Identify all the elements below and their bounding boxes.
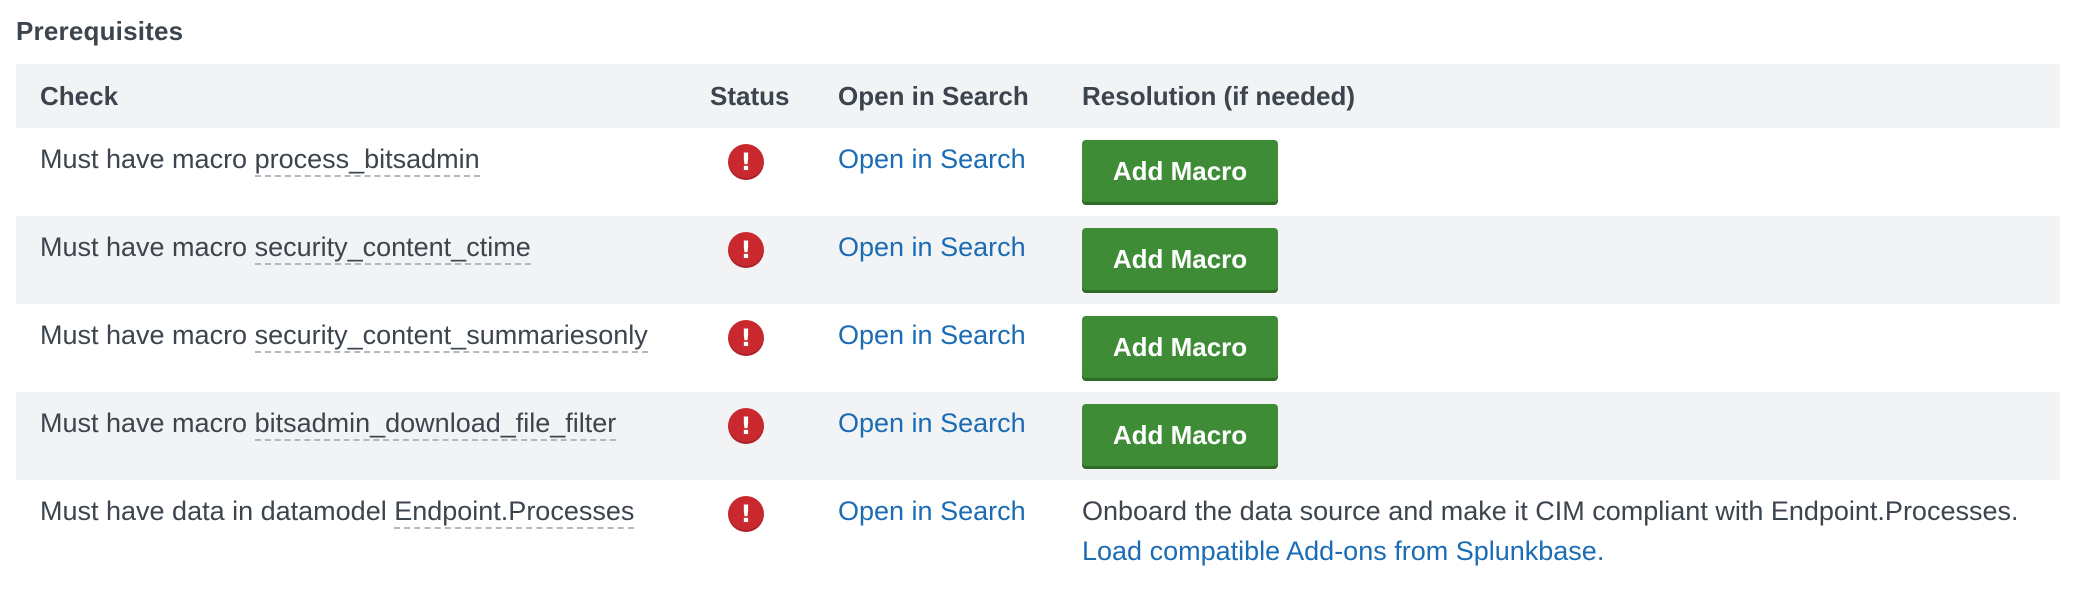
macro-name[interactable]: security_content_summariesonly [254,320,648,353]
column-header-check: Check [40,81,119,111]
splunkbase-addons-link[interactable]: Load compatible Add-ons from Splunkbase. [1082,536,1604,567]
check-prefix: Must have data in datamodel [40,496,395,526]
table-row: Must have data in datamodel Endpoint.Pro… [16,480,2060,590]
open-in-search-link[interactable]: Open in Search [838,232,1026,262]
error-icon: ! [728,144,764,180]
resolution-text: Onboard the data source and make it CIM … [1082,496,2019,526]
macro-name[interactable]: bitsadmin_download_file_filter [254,408,617,441]
add-macro-button[interactable]: Add Macro [1082,228,1278,290]
check-prefix: Must have macro [40,232,255,262]
add-macro-button[interactable]: Add Macro [1082,140,1278,202]
open-in-search-link[interactable]: Open in Search [838,496,1026,526]
open-in-search-link[interactable]: Open in Search [838,144,1026,174]
open-in-search-cell: Open in Search [838,144,1068,175]
table-row: Must have macro security_content_summari… [16,304,2060,392]
error-icon: ! [728,496,764,532]
open-in-search-cell: Open in Search [838,320,1068,351]
check-prefix: Must have macro [40,320,255,350]
macro-name[interactable]: security_content_ctime [254,232,531,265]
open-in-search-cell: Open in Search [838,496,1068,527]
table-row: Must have macro process_bitsadmin ! Open… [16,128,2060,216]
open-in-search-cell: Open in Search [838,408,1068,439]
check-cell: Must have data in datamodel Endpoint.Pro… [40,496,700,529]
table-row: Must have macro security_content_ctime !… [16,216,2060,304]
add-macro-button[interactable]: Add Macro [1082,316,1278,378]
open-in-search-link[interactable]: Open in Search [838,320,1026,350]
open-in-search-link[interactable]: Open in Search [838,408,1026,438]
error-icon: ! [728,320,764,356]
add-macro-button[interactable]: Add Macro [1082,404,1278,466]
macro-name[interactable]: process_bitsadmin [254,144,480,177]
check-prefix: Must have macro [40,144,255,174]
column-header-resolution: Resolution (if needed) [1082,81,1355,111]
error-icon: ! [728,408,764,444]
check-cell: Must have macro process_bitsadmin [40,144,700,177]
table-row: Must have macro bitsadmin_download_file_… [16,392,2060,480]
column-header-open-in-search: Open in Search [838,81,1029,111]
check-cell: Must have macro security_content_ctime [40,232,700,265]
table-header-row: Check Status Open in Search Resolution (… [16,64,2060,128]
prerequisites-table: Check Status Open in Search Resolution (… [16,64,2060,590]
section-title: Prerequisites [16,16,184,46]
open-in-search-cell: Open in Search [838,232,1068,263]
check-cell: Must have macro bitsadmin_download_file_… [40,408,700,441]
check-prefix: Must have macro [40,408,255,438]
column-header-status: Status [710,81,790,111]
error-icon: ! [728,232,764,268]
check-cell: Must have macro security_content_summari… [40,320,700,353]
datamodel-name[interactable]: Endpoint.Processes [394,496,635,529]
